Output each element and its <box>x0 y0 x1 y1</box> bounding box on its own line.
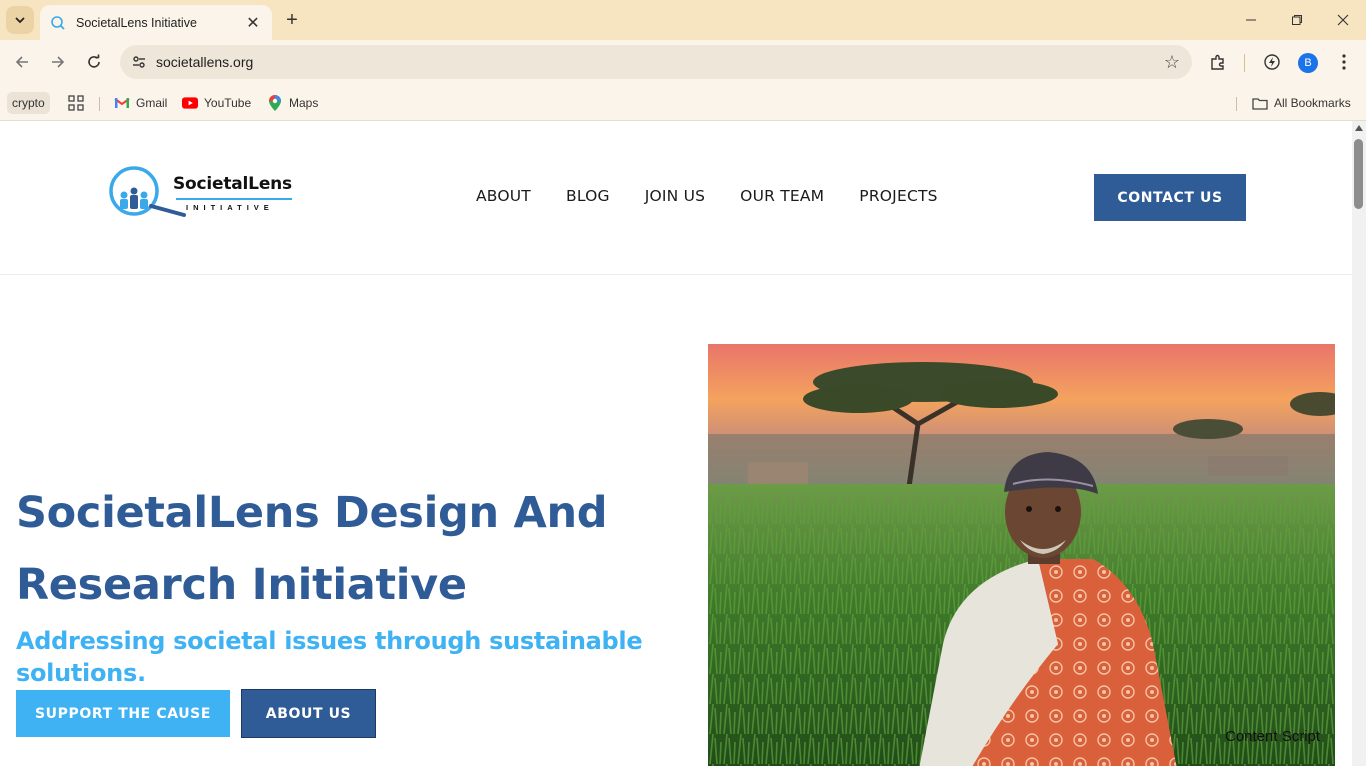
maps-pin-icon <box>267 95 283 111</box>
active-tab[interactable]: SocietalLens Initiative ✕ <box>40 5 272 40</box>
bookmark-label: Maps <box>289 96 319 110</box>
bookmark-label: crypto <box>12 96 45 110</box>
browser-toolbar: societallens.org ☆ B <box>0 40 1366 85</box>
tune-icon <box>133 56 145 68</box>
support-the-cause-button[interactable]: SUPPORT THE CAUSE <box>16 690 230 737</box>
hero-title-line-2: Research Initiative <box>16 560 467 610</box>
tab-close-icon[interactable]: ✕ <box>244 14 262 32</box>
bookmark-label: All Bookmarks <box>1274 96 1351 110</box>
toolbar-divider <box>1244 54 1245 72</box>
about-us-button[interactable]: ABOUT US <box>241 689 376 738</box>
apps-button[interactable] <box>68 92 84 114</box>
nav-our-team[interactable]: OUR TEAM <box>740 187 824 205</box>
logo-tagline: INITIATIVE <box>186 203 274 212</box>
address-bar[interactable]: societallens.org ☆ <box>120 45 1192 79</box>
societallens-favicon-icon <box>51 15 65 30</box>
main-nav: ABOUT BLOG JOIN US OUR TEAM PROJECTS <box>476 187 973 205</box>
bookmark-divider <box>99 97 100 111</box>
tab-title: SocietalLens Initiative <box>76 15 197 30</box>
nav-projects[interactable]: PROJECTS <box>859 187 937 205</box>
bookmark-maps[interactable]: Maps <box>267 92 318 114</box>
farmer-photo-image <box>708 344 1335 766</box>
site-logo[interactable]: SocietalLens INITIATIVE <box>108 165 298 221</box>
kebab-menu-icon <box>1342 54 1346 70</box>
page-viewport: SocietalLens INITIATIVE ABOUT BLOG JOIN … <box>0 121 1352 766</box>
logo-underline <box>176 198 292 200</box>
nav-blog[interactable]: BLOG <box>566 187 610 205</box>
all-bookmarks-button[interactable]: All Bookmarks <box>1252 92 1351 114</box>
minimize-icon <box>1246 19 1256 21</box>
bookmarks-bar: crypto Gmail YouTube Maps All Bookmarks <box>0 85 1366 121</box>
bookmark-youtube[interactable]: YouTube <box>182 92 251 114</box>
contact-us-button[interactable]: CONTACT US <box>1094 174 1246 221</box>
extensions-icon[interactable] <box>1206 50 1230 74</box>
hero-title: SocietalLens Design And Research Initiat… <box>16 477 676 621</box>
arrow-right-icon <box>52 56 65 68</box>
back-button[interactable] <box>6 46 38 78</box>
url-text[interactable]: societallens.org <box>156 54 1152 70</box>
nav-join-us[interactable]: JOIN US <box>645 187 705 205</box>
scroll-up-arrow-icon[interactable] <box>1355 125 1363 131</box>
performance-icon[interactable] <box>1260 50 1284 74</box>
folder-icon <box>1252 95 1268 111</box>
tab-strip: SocietalLens Initiative ✕ + <box>0 0 1366 40</box>
youtube-icon <box>182 95 198 111</box>
minimize-button[interactable] <box>1228 0 1274 40</box>
tab-search-button[interactable] <box>6 6 34 34</box>
hero-title-line-1: SocietalLens Design And <box>16 488 608 538</box>
hero-photo <box>708 344 1335 766</box>
gmail-icon <box>114 95 130 111</box>
lightning-icon <box>1264 54 1280 70</box>
bookmark-label: Gmail <box>136 96 168 110</box>
site-info-icon[interactable] <box>122 54 156 70</box>
new-tab-button[interactable]: + <box>280 8 304 32</box>
restore-icon <box>1292 15 1302 25</box>
site-header: SocietalLens INITIATIVE ABOUT BLOG JOIN … <box>0 121 1352 275</box>
close-window-button[interactable] <box>1320 0 1366 40</box>
apps-grid-icon <box>68 95 84 111</box>
reload-button[interactable] <box>78 46 110 78</box>
puzzle-icon <box>1211 54 1224 70</box>
profile-avatar[interactable]: B <box>1298 53 1318 73</box>
nav-about[interactable]: ABOUT <box>476 187 531 205</box>
bookmark-divider <box>1236 97 1237 111</box>
bookmark-gmail[interactable]: Gmail <box>114 92 167 114</box>
bookmark-label: YouTube <box>204 96 252 110</box>
page-scrollbar[interactable] <box>1352 121 1366 766</box>
forward-button[interactable] <box>42 46 74 78</box>
bookmark-star-icon[interactable]: ☆ <box>1152 52 1192 73</box>
restore-button[interactable] <box>1274 0 1320 40</box>
content-script-label: Content Script <box>1225 728 1321 745</box>
chevron-down-icon <box>15 17 25 24</box>
close-icon <box>1337 14 1349 26</box>
reload-icon <box>88 54 100 68</box>
bookmark-crypto[interactable]: crypto <box>7 92 50 114</box>
scroll-thumb[interactable] <box>1354 139 1363 209</box>
menu-icon[interactable] <box>1332 50 1356 74</box>
logo-wordmark: SocietalLens <box>173 174 292 194</box>
hero-subtitle: Addressing societal issues through susta… <box>16 627 643 687</box>
arrow-left-icon <box>15 56 28 68</box>
